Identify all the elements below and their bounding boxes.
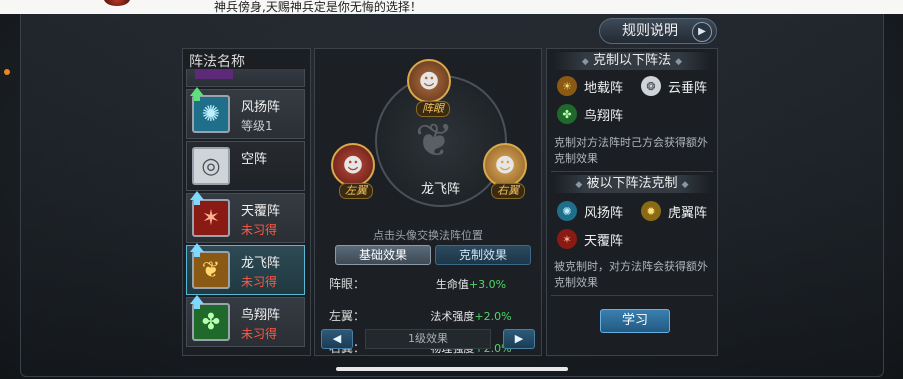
- dragon-emblem-icon: ❦: [415, 113, 454, 167]
- formation-list-panel: 阵法名称 ✺ 风扬阵 等级1 ◎ 空阵 ✶ 天覆阵 未习得 ❦ 龙飞阵 未习得 …: [182, 48, 311, 356]
- countered-title: 被以下阵法克制: [586, 176, 678, 191]
- diamond-icon: ◆: [675, 57, 683, 67]
- upgrade-arrow-icon: [190, 295, 204, 309]
- formation-glyph: ◎: [201, 153, 221, 179]
- formation-glyph: ✺: [201, 101, 221, 127]
- hero-face-icon: ☻: [342, 153, 364, 177]
- formation-item[interactable]: ✺ 风扬阵 等级1: [186, 87, 305, 139]
- formation-item-name: 天覆阵: [241, 204, 281, 219]
- countered-description: 被克制时，对方法阵会获得额外克制效果: [554, 260, 708, 289]
- hero-position-label: 阵眼: [416, 101, 450, 117]
- relation-name: 云垂阵: [668, 81, 708, 96]
- notification-dot: [4, 69, 10, 75]
- hero-face-icon: ☻: [418, 69, 440, 93]
- effect-stat-name: 生命值: [435, 278, 469, 291]
- rules-button[interactable]: 规则说明 ▶: [599, 18, 717, 44]
- tiger-icon: ✹: [641, 201, 661, 221]
- effect-stat-value: +3.0%: [468, 278, 507, 291]
- home-indicator[interactable]: [336, 367, 568, 371]
- tab-basic-effects[interactable]: 基础效果: [335, 245, 431, 265]
- diamond-icon: ◆: [581, 57, 589, 67]
- upgrade-arrow-icon: [190, 191, 204, 205]
- relation-glyph: ❂: [646, 79, 656, 93]
- next-level-button[interactable]: ▶: [503, 329, 535, 349]
- formation-item-name: 鸟翔阵: [241, 308, 281, 323]
- formation-item-name: 龙飞阵: [241, 256, 281, 271]
- upgrade-arrow-icon: [190, 243, 204, 257]
- relation-name: 风扬阵: [584, 206, 624, 221]
- upgrade-arrow-icon: [190, 87, 204, 101]
- star-formation-icon: ✶: [557, 229, 577, 249]
- top-banner: 神兵傍身,天赐神兵定是你无悔的选择！: [0, 0, 903, 14]
- tab-counter-effects[interactable]: 克制效果: [435, 245, 531, 265]
- counters-description: 克制对方法阵时己方会获得额外克制效果: [554, 136, 708, 165]
- list-item-partial[interactable]: [186, 69, 305, 87]
- counters-title: 克制以下阵法: [592, 53, 671, 68]
- banner-text: 神兵傍身,天赐神兵定是你无悔的选择！: [214, 0, 422, 14]
- hero-avatar-left-wing[interactable]: ☻: [331, 143, 375, 187]
- diamond-icon: ◆: [575, 180, 583, 190]
- relation-glyph: ✤: [562, 107, 572, 121]
- effect-position: 左翼：: [329, 309, 366, 323]
- earth-formation-icon: ☀: [557, 76, 577, 96]
- relation-glyph: ☀: [562, 79, 572, 93]
- formation-item[interactable]: ✤ 鸟翔阵 未习得: [186, 295, 305, 347]
- relation-glyph: ✺: [562, 204, 572, 218]
- relation-glyph: ✹: [646, 204, 656, 218]
- level-pager: ◀ 1级效果 ▶: [321, 329, 535, 349]
- formation-glyph: ✤: [201, 309, 221, 335]
- bird-icon: ✤: [557, 104, 577, 124]
- formation-arena: ❦ ☻ 阵眼 ☻ 左翼 ☻ 右翼 龙飞阵: [331, 55, 527, 225]
- formation-item[interactable]: ◎ 空阵: [186, 141, 305, 191]
- banner-decoration: [104, 0, 130, 6]
- effect-stat-value: +2.0%: [474, 310, 512, 323]
- formation-item-status: 未习得: [241, 327, 278, 341]
- play-arrow-icon: ▶: [692, 22, 712, 42]
- divider: [551, 295, 713, 296]
- relation-name: 鸟翔阵: [584, 109, 624, 124]
- hero-position-label: 左翼: [339, 183, 373, 199]
- empty-formation-icon: ◎: [192, 147, 230, 185]
- formation-name: 龙飞阵: [421, 182, 461, 197]
- cloud-formation-icon: ❂: [641, 76, 661, 96]
- formation-item[interactable]: ❦ 龙飞阵 未习得: [186, 243, 305, 295]
- countered-header: ◆ 被以下阵法克制 ◆: [553, 175, 711, 193]
- formation-item[interactable]: ✶ 天覆阵 未习得: [186, 191, 305, 243]
- diamond-icon: ◆: [681, 180, 689, 190]
- formation-list-title: 阵法名称: [189, 54, 245, 70]
- effect-stat-name: 法术强度: [430, 310, 475, 323]
- divider: [551, 171, 713, 172]
- effect-position: 阵眼：: [329, 277, 366, 291]
- learn-button[interactable]: 学习: [600, 309, 670, 333]
- effect-row: 左翼： 法术强度+2.0%: [315, 303, 541, 331]
- relation-name: 虎翼阵: [668, 206, 708, 221]
- formation-item-status: 未习得: [241, 223, 278, 237]
- hero-face-icon: ☻: [494, 153, 516, 177]
- counters-header: ◆ 克制以下阵法 ◆: [553, 52, 711, 70]
- wind-swirl-icon: ✺: [557, 201, 577, 221]
- formation-item-status: 等级1: [241, 119, 273, 133]
- relation-name: 天覆阵: [584, 234, 624, 249]
- relation-name: 地载阵: [584, 81, 624, 96]
- formation-item-status: 未习得: [241, 275, 278, 289]
- prev-level-button[interactable]: ◀: [321, 329, 353, 349]
- hero-position-label: 右翼: [491, 183, 525, 199]
- effect-row: 阵眼： 生命值+3.0%: [315, 271, 541, 299]
- formation-glyph: ❦: [201, 257, 221, 283]
- hero-avatar-eye[interactable]: ☻: [407, 59, 451, 103]
- formation-detail-panel: ❦ ☻ 阵眼 ☻ 左翼 ☻ 右翼 龙飞阵 点击头像交换法阵位置 基础效果 克制效…: [314, 48, 542, 356]
- swap-hint: 点击头像交换法阵位置: [373, 229, 483, 242]
- level-label: 1级效果: [365, 329, 491, 349]
- relation-glyph: ✶: [562, 232, 572, 246]
- effect-stat: 生命值+3.0%: [411, 276, 531, 292]
- rules-button-label: 规则说明: [622, 23, 678, 39]
- formation-icon: [195, 69, 233, 79]
- hero-avatar-right-wing[interactable]: ☻: [483, 143, 527, 187]
- counter-panel: ◆ 克制以下阵法 ◆ ☀ 地载阵 ❂ 云垂阵 ✤ 鸟翔阵 克制对方法阵时己方会获…: [546, 48, 718, 356]
- formation-glyph: ✶: [201, 205, 221, 231]
- effect-stat: 法术强度+2.0%: [411, 308, 531, 324]
- formation-item-name: 空阵: [241, 152, 268, 167]
- formation-item-name: 风扬阵: [241, 100, 281, 115]
